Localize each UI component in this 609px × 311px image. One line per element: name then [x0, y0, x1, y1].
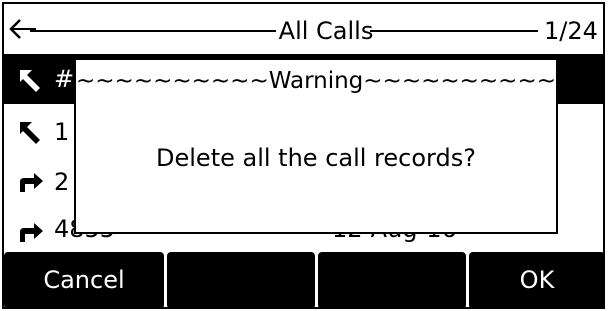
missed-call-icon [20, 70, 40, 92]
page-title: All Calls [278, 17, 374, 45]
title-divider-right [370, 30, 538, 32]
page-indicator: 1/24 [544, 17, 598, 45]
softkey-bar: Cancel OK [4, 252, 605, 309]
cancel-button[interactable]: Cancel [4, 252, 164, 309]
phone-screen: All Calls 1/24 # 1 2 4855 12-Aug-16 ~~~~… [0, 0, 609, 311]
dialog-message: Delete all the call records? [156, 144, 476, 172]
softkey-2[interactable] [167, 252, 315, 309]
missed-call-icon [20, 122, 40, 144]
forwarded-call-icon [20, 173, 43, 192]
forwarded-call-icon [20, 223, 43, 242]
warning-dialog: ~~~~~~~~~~Warning~~~~~~~~~~ Delete all t… [74, 58, 558, 234]
ok-button[interactable]: OK [469, 252, 605, 309]
left-arrow-icon[interactable] [8, 14, 36, 44]
title-divider-left [30, 30, 276, 32]
title-bar: All Calls 1/24 [4, 4, 605, 56]
dialog-title: ~~~~~~~~~~Warning~~~~~~~~~~ [76, 68, 556, 94]
call-number: 1 [54, 118, 70, 146]
call-number: # [54, 65, 75, 93]
softkey-3[interactable] [318, 252, 466, 309]
